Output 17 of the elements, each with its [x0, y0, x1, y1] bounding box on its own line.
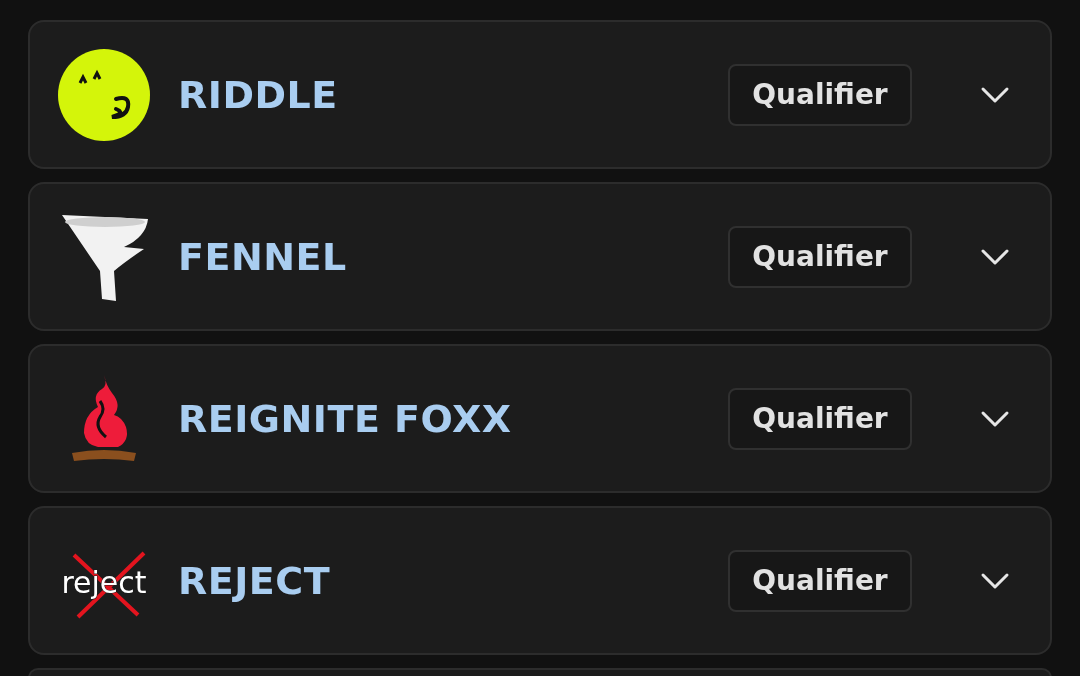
- chevron-icon: [980, 247, 1010, 266]
- team-name: RIDDLE: [178, 72, 339, 117]
- expand-button[interactable]: [980, 85, 1010, 104]
- chevron-icon: [980, 85, 1010, 104]
- qualifier-tag: Qualifier: [728, 387, 912, 450]
- expand-button[interactable]: [980, 247, 1010, 266]
- qualifier-tag: Qualifier: [728, 63, 912, 126]
- smiley-icon: [56, 46, 152, 143]
- expand-button[interactable]: [980, 409, 1010, 428]
- qualifier-tag: Qualifier: [728, 225, 912, 288]
- expand-button[interactable]: [980, 571, 1010, 590]
- chevron-icon: [980, 409, 1010, 428]
- qualifier-tag: Qualifier: [728, 549, 912, 612]
- team-name: REIGNITE FOXX: [178, 396, 513, 441]
- team-name: REJECT: [178, 558, 332, 603]
- chevron-icon: [980, 571, 1010, 590]
- team-name: FENNEL: [178, 234, 348, 279]
